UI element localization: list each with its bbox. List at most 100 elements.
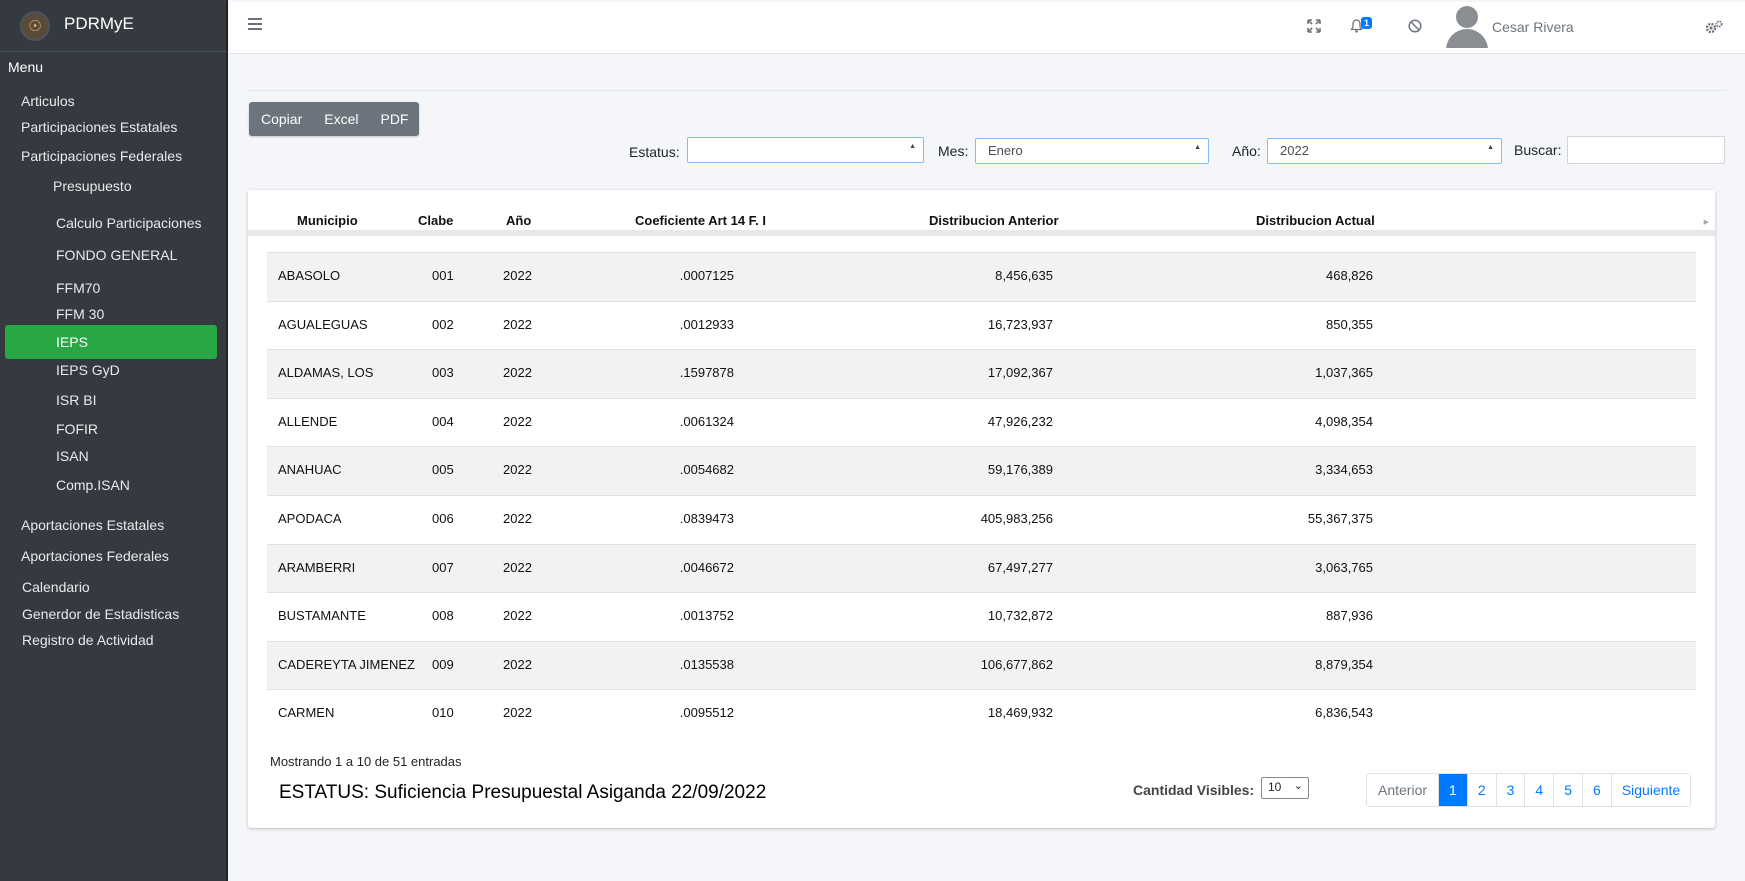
sidebar-item-ieps[interactable]: IEPS [5, 325, 217, 359]
tab-stub [252, 50, 362, 54]
sidebar-item-participaciones-estatales[interactable]: Participaciones Estatales [21, 119, 177, 135]
pagination-previous[interactable]: Anterior [1367, 774, 1438, 806]
month-select[interactable]: Enero ▲ [975, 138, 1209, 164]
search-input[interactable] [1567, 136, 1725, 164]
sidebar-item-fondo-general[interactable]: FONDO GENERAL [56, 247, 177, 263]
pagination-page-5[interactable]: 5 [1553, 774, 1582, 806]
sidebar-item-isan[interactable]: ISAN [56, 448, 89, 464]
fullscreen-icon[interactable] [1307, 19, 1321, 37]
sort-icon[interactable]: ▶ [1704, 218, 1709, 226]
cell-distribucion-actual: 887,936 [1326, 608, 1373, 624]
pagination-page-3[interactable]: 3 [1495, 774, 1525, 806]
copy-button[interactable]: Copiar [249, 102, 313, 136]
table-row[interactable]: BUSTAMANTE 008 2022 .0013752 10,732,872 … [267, 592, 1696, 641]
column-header-municipio[interactable]: Municipio [297, 213, 358, 228]
cell-anio: 2022 [503, 316, 532, 332]
brand-name: PDRMyE [64, 13, 134, 33]
cell-distribucion-actual: 3,063,765 [1315, 559, 1373, 575]
table-row[interactable]: ALDAMAS, LOS 003 2022 .1597878 17,092,36… [267, 349, 1696, 398]
table-row[interactable]: AGUALEGUAS 002 2022 .0012933 16,723,937 … [267, 300, 1696, 350]
pagination-page-4[interactable]: 4 [1524, 774, 1553, 806]
page-size-select[interactable]: 10 ⌄ [1261, 777, 1309, 799]
status-banner: ESTATUS: Suficiencia Presupuestal Asigan… [279, 782, 767, 803]
status-select[interactable]: ▲ [687, 137, 924, 163]
sidebar-item-calendario[interactable]: Calendario [22, 579, 90, 595]
cell-municipio: ARAMBERRI [278, 559, 356, 575]
cell-municipio: BUSTAMANTE [278, 608, 366, 624]
table-body: ABASOLO 001 2022 .0007125 8,456,635 468,… [267, 252, 1696, 738]
pdf-button[interactable]: PDF [369, 102, 419, 136]
sidebar: ☉ PDRMyE Menu Articulos Participaciones … [0, 0, 228, 881]
sidebar-item-ffm70[interactable]: FFM70 [56, 280, 100, 296]
page-size-label: Cantidad Visibles: [1133, 782, 1255, 798]
table-row[interactable]: APODACA 006 2022 .0839473 405,983,256 55… [267, 494, 1696, 544]
sidebar-item-aportaciones-estatales[interactable]: Aportaciones Estatales [21, 517, 164, 533]
cell-distribucion-actual: 6,836,543 [1315, 705, 1373, 721]
sidebar-item-ieps-gyd[interactable]: IEPS GyD [56, 362, 120, 378]
menu-header: Menu [8, 59, 44, 75]
sidebar-item-articulos[interactable]: Articulos [21, 93, 75, 109]
sidebar-item-aportaciones-federales[interactable]: Aportaciones Federales [21, 548, 169, 564]
caret-up-icon: ▲ [1487, 144, 1494, 151]
cell-anio: 2022 [503, 656, 532, 672]
menu-icon[interactable] [248, 18, 262, 30]
cell-anio: 2022 [503, 365, 532, 381]
table-row[interactable]: ANAHUAC 005 2022 .0054682 59,176,389 3,3… [267, 446, 1696, 495]
table-row[interactable]: ALLENDE 004 2022 .0061324 47,926,232 4,0… [267, 397, 1696, 447]
cell-anio: 2022 [503, 559, 532, 575]
column-header-coeficiente[interactable]: Coeficiente Art 14 F. I [635, 213, 766, 228]
sidebar-item-presupuesto[interactable]: Presupuesto [53, 178, 132, 194]
cell-municipio: APODACA [278, 510, 342, 526]
user-avatar[interactable] [1444, 4, 1490, 48]
cell-distribucion-actual: 4,098,354 [1315, 413, 1373, 429]
sidebar-item-fofir[interactable]: FOFIR [56, 421, 98, 437]
table-row[interactable]: CADEREYTA JIMENEZ 009 2022 .0135538 106,… [267, 640, 1696, 690]
sidebar-item-calculo-participaciones[interactable]: Calculo Participaciones [56, 215, 202, 231]
pagination: Anterior 1 2 3 4 5 6 Siguiente [1366, 773, 1692, 807]
sidebar-item-participaciones-federales[interactable]: Participaciones Federales [21, 148, 182, 164]
brand[interactable]: ☉ PDRMyE [0, 0, 226, 52]
table-row[interactable]: ABASOLO 001 2022 .0007125 8,456,635 468,… [267, 252, 1696, 301]
cogs-icon[interactable] [1704, 19, 1724, 39]
block-icon[interactable] [1408, 19, 1422, 37]
sidebar-item-ffm30[interactable]: FFM 30 [56, 306, 104, 322]
sidebar-item-registro-actividad[interactable]: Registro de Actividad [22, 632, 154, 648]
column-header-distribucion-anterior[interactable]: Distribucion Anterior [929, 213, 1059, 228]
cell-coeficiente: .0013752 [679, 608, 734, 624]
user-name[interactable]: Cesar Rivera [1492, 19, 1574, 35]
cell-municipio: ANAHUAC [278, 462, 342, 478]
table-row[interactable]: CARMEN 010 2022 .0095512 18,469,932 6,83… [267, 689, 1696, 738]
cell-distribucion-anterior: 17,092,367 [987, 365, 1053, 381]
notification-badge: 1 [1361, 17, 1373, 29]
caret-up-icon: ▲ [1194, 144, 1201, 151]
year-select[interactable]: 2022 ▲ [1267, 138, 1502, 164]
chevron-down-icon: ⌄ [1293, 780, 1303, 792]
cell-coeficiente: .1597878 [679, 365, 734, 381]
year-filter-label: Año: [1232, 143, 1261, 159]
column-header-distribucion-actual[interactable]: Distribucion Actual [1256, 213, 1375, 228]
cell-clabe: 006 [432, 510, 454, 526]
pagination-page-2[interactable]: 2 [1466, 774, 1496, 806]
bell-icon[interactable]: 1 [1350, 17, 1373, 37]
sidebar-item-generador-estadisticas[interactable]: Generdor de Estadisticas [22, 606, 179, 622]
cell-coeficiente: .0839473 [679, 510, 734, 526]
excel-button[interactable]: Excel [313, 102, 369, 136]
cell-clabe: 001 [432, 268, 454, 283]
cell-distribucion-anterior: 405,983,256 [980, 510, 1053, 526]
cell-clabe: 004 [432, 413, 454, 429]
cell-municipio: ALDAMAS, LOS [278, 365, 374, 381]
sidebar-item-isr-bi[interactable]: ISR BI [56, 392, 96, 408]
cell-anio: 2022 [503, 462, 532, 478]
year-select-value: 2022 [1280, 143, 1309, 158]
pagination-page-6[interactable]: 6 [1582, 774, 1611, 806]
cell-clabe: 007 [432, 559, 454, 575]
brand-logo-icon: ☉ [22, 12, 48, 39]
sidebar-item-comp-isan[interactable]: Comp.ISAN [56, 477, 130, 493]
pagination-page-1[interactable]: 1 [1438, 774, 1467, 806]
column-header-anio[interactable]: Año [506, 213, 531, 228]
pagination-next[interactable]: Siguiente [1610, 774, 1690, 806]
column-header-clabe[interactable]: Clabe [418, 213, 453, 228]
table-header: Municipio Clabe Año Coeficiente Art 14 F… [248, 190, 1715, 236]
cell-coeficiente: .0061324 [679, 413, 734, 429]
table-row[interactable]: ARAMBERRI 007 2022 .0046672 67,497,277 3… [267, 543, 1696, 593]
